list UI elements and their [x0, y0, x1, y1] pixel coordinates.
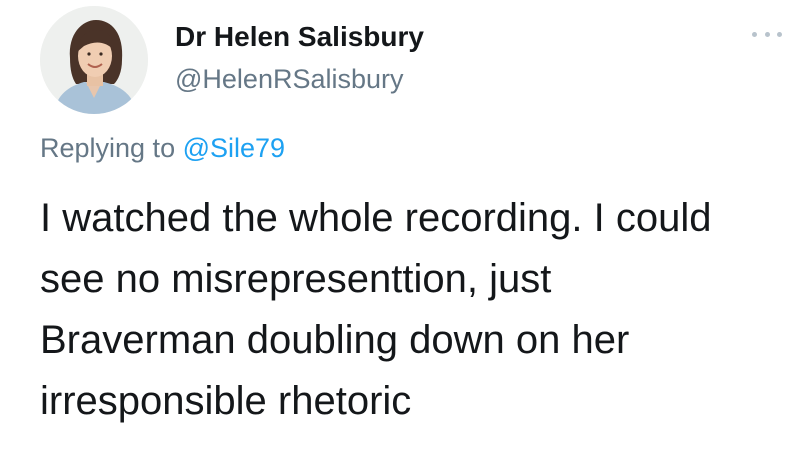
reply-prefix: Replying to: [40, 133, 176, 163]
reply-context: Replying to @Sile79: [40, 133, 285, 164]
dot: [764, 31, 770, 37]
author-handle[interactable]: @HelenRSalisbury: [175, 64, 404, 95]
dot: [777, 31, 782, 37]
tweet-text-line: see no misrepresenttion, just: [40, 257, 552, 301]
tweet-text-line: Braverman doubling down on her: [40, 318, 630, 362]
tweet-card: Dr Helen Salisbury @HelenRSalisbury Repl…: [0, 0, 812, 460]
more-options-icon[interactable]: [752, 26, 782, 42]
author-display-name[interactable]: Dr Helen Salisbury: [175, 21, 424, 53]
reply-mention-link[interactable]: @Sile79: [183, 133, 285, 163]
tweet-text: I watched the whole recording. I could s…: [40, 188, 800, 432]
profile-photo-icon: [40, 6, 148, 114]
tweet-text-line: I watched the whole recording. I could: [40, 196, 712, 240]
dot: [752, 31, 757, 37]
tweet-text-line: irresponsible rhetoric: [40, 379, 412, 423]
avatar[interactable]: [40, 6, 148, 114]
